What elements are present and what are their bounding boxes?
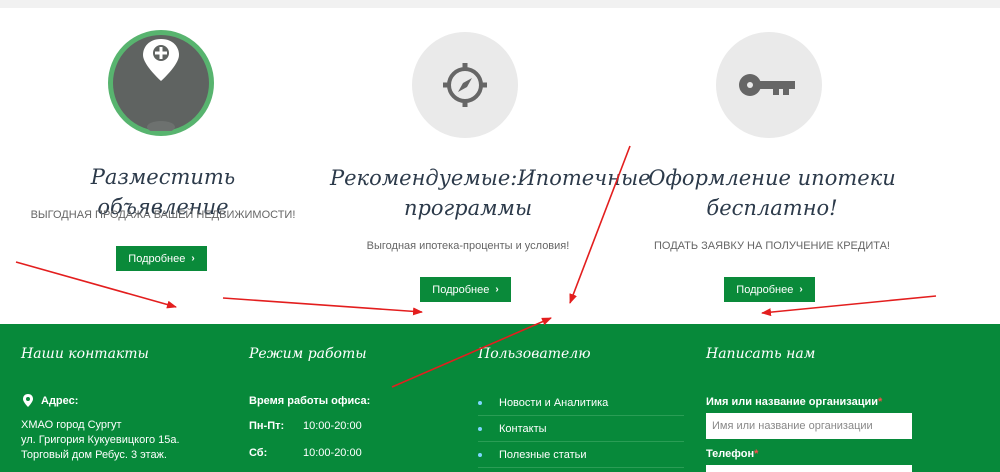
more-button[interactable]: Подробнее › <box>420 277 511 302</box>
link-articles[interactable]: Полезные статьи <box>478 442 684 468</box>
link-contacts[interactable]: Контакты <box>478 416 684 442</box>
hours-time: 10:00-20:00 <box>303 447 362 459</box>
org-name-input[interactable] <box>706 413 912 439</box>
feature-title: Оформление ипотеки бесплатно! <box>648 166 896 220</box>
button-label: Подробнее <box>128 252 186 265</box>
users-heading: Пользователю <box>478 346 591 362</box>
address-text: ХМАО город Сургут ул. Григория Кукуевицк… <box>21 418 180 463</box>
required-mark: * <box>754 448 759 460</box>
required-mark: * <box>878 396 883 408</box>
hours-heading: Режим работы <box>249 346 367 362</box>
feature-subtitle: Выгодная ипотека-проценты и условия! <box>366 240 570 252</box>
feature-subtitle: ПОДАТЬ ЗАЯВКУ НА ПОЛУЧЕНИЕ КРЕДИТА! <box>654 240 890 252</box>
write-heading: Написать нам <box>706 346 816 362</box>
hours-time: 10:00-20:00 <box>303 420 362 432</box>
address-label: Адрес: <box>23 394 78 407</box>
hours-title: Время работы офиса: <box>249 395 371 407</box>
button-label: Подробнее <box>432 283 490 296</box>
org-label-text: Имя или название организации <box>706 396 879 408</box>
users-links: Новости и Аналитика Контакты Полезные ст… <box>478 390 684 468</box>
annotation-arrow <box>222 297 423 316</box>
footer: Наши контакты Режим работы Пользователю … <box>0 324 1000 472</box>
hours-row: Пн-Пт: 10:00-20:00 <box>249 420 362 432</box>
address-line: ул. Григория Кукуевицкого 15а. <box>21 434 180 446</box>
phone-field-label: Телефон* <box>706 448 758 460</box>
address-line: Торговый дом Ребус. 3 этаж. <box>21 449 167 461</box>
chevron-right-icon: › <box>495 284 499 295</box>
contacts-heading: Наши контакты <box>21 346 149 362</box>
hours-row: Сб: 10:00-20:00 <box>249 447 362 459</box>
address-line: ХМАО город Сургут <box>21 419 122 431</box>
more-button[interactable]: Подробнее › <box>724 277 815 302</box>
feature-subtitle: ВЫГОДНАЯ ПРОДАЖА ВАШЕЙ НЕДВИЖИМОСТИ! <box>30 209 296 221</box>
phone-label-text: Телефон <box>706 448 755 460</box>
link-news[interactable]: Новости и Аналитика <box>478 390 684 416</box>
feature-title: Рекомендуемые:Ипотечные программы <box>330 166 651 220</box>
address-label-text: Адрес: <box>41 394 79 407</box>
hours-day: Пн-Пт: <box>249 420 285 432</box>
map-pin-plus-icon[interactable] <box>108 30 214 136</box>
more-button[interactable]: Подробнее › <box>116 246 207 271</box>
phone-input[interactable] <box>706 465 912 472</box>
compass-icon[interactable] <box>412 32 518 138</box>
org-field-label: Имя или название организации* <box>706 396 882 408</box>
chevron-right-icon: › <box>191 253 195 264</box>
chevron-right-icon: › <box>799 284 803 295</box>
button-label: Подробнее <box>736 283 794 296</box>
top-bar <box>0 0 1000 8</box>
location-pin-icon <box>23 394 33 407</box>
hours-day: Сб: <box>249 447 268 459</box>
key-icon[interactable] <box>716 32 822 138</box>
